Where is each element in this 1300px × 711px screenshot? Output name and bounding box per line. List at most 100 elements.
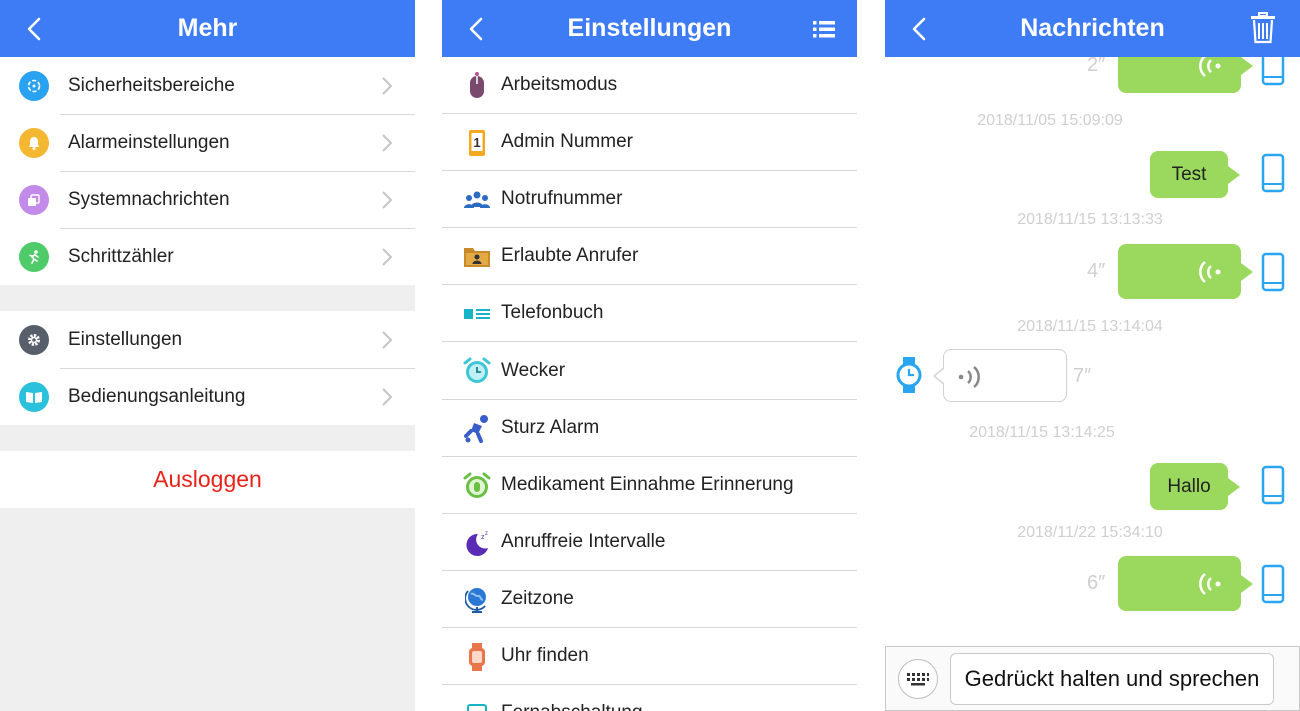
- list-menu-icon[interactable]: [809, 14, 839, 44]
- voice-input-bar: Gedrückt halten und sprechen: [885, 646, 1300, 711]
- settings-item-label: Anruffreie Intervalle: [501, 530, 666, 552]
- settings-item-label: Wecker: [501, 359, 566, 381]
- settings-item-alarm-clock[interactable]: Wecker: [442, 342, 857, 400]
- message-text: Hallo: [1167, 475, 1211, 497]
- medicine-alarm-icon: [462, 471, 492, 501]
- fall-icon: [462, 414, 492, 444]
- menu-item-label: Systemnachrichten: [68, 188, 230, 210]
- chevron-right-icon: [382, 388, 393, 406]
- menu-item-safety-zones[interactable]: Sicherheitsbereiche: [0, 57, 415, 114]
- menu-item-label: Schrittzähler: [68, 245, 174, 267]
- remote-off-icon: [462, 699, 492, 711]
- more-menu-group-1: Sicherheitsbereiche Alarmeinstellungen S…: [0, 57, 415, 285]
- contact-folder-icon: [462, 242, 492, 272]
- settings-item-work-mode[interactable]: Arbeitsmodus: [442, 57, 857, 115]
- phone-icon: [1261, 252, 1285, 292]
- more-header: Mehr: [0, 0, 415, 57]
- menu-item-system-messages[interactable]: Systemnachrichten: [0, 171, 415, 228]
- text-message-bubble[interactable]: Test: [1150, 151, 1240, 198]
- voice-duration: 6″: [1087, 572, 1106, 594]
- settings-item-label: Uhr finden: [501, 644, 589, 666]
- settings-item-phonebook[interactable]: Telefonbuch: [442, 285, 857, 343]
- voice-message-bubble[interactable]: [1118, 244, 1253, 299]
- logout-button[interactable]: Ausloggen: [0, 451, 415, 508]
- menu-item-label: Sicherheitsbereiche: [68, 74, 235, 96]
- settings-item-label: Telefonbuch: [501, 302, 604, 324]
- settings-item-label: Fernabschaltung: [501, 702, 643, 711]
- message-text: Test: [1171, 163, 1207, 185]
- messages-icon: [19, 185, 49, 215]
- settings-item-quiet-intervals[interactable]: zz Anruffreie Intervalle: [442, 514, 857, 571]
- globe-icon: [462, 585, 492, 615]
- voice-message-bubble[interactable]: [1118, 556, 1253, 611]
- settings-screen: Einstellungen Arbeitsmodus 1 Admin Numme…: [442, 0, 857, 711]
- page-title: Nachrichten: [1020, 14, 1165, 42]
- settings-item-allowed-callers[interactable]: Erlaubte Anrufer: [442, 228, 857, 286]
- chevron-right-icon: [382, 191, 393, 209]
- settings-item-label: Medikament Einnahme Erinnerung: [501, 473, 794, 495]
- voice-duration: 7″: [1073, 365, 1092, 387]
- watch-icon: [462, 642, 492, 672]
- menu-item-alarm-settings[interactable]: Alarmeinstellungen: [0, 114, 415, 171]
- page-title: Einstellungen: [567, 14, 732, 42]
- settings-list: Arbeitsmodus 1 Admin Nummer Notrufnummer…: [442, 57, 857, 711]
- runner-icon: [19, 242, 49, 272]
- chevron-right-icon: [382, 77, 393, 95]
- keyboard-toggle-button[interactable]: [898, 659, 938, 699]
- voice-wave-icon: [1199, 572, 1221, 595]
- svg-text:1: 1: [473, 135, 480, 150]
- watch-avatar-icon: [896, 357, 922, 393]
- trash-icon[interactable]: [1250, 12, 1280, 44]
- messages-screen: Nachrichten 2″ 2018/11/05 15:09:09 Test …: [885, 0, 1300, 711]
- gear-icon: [19, 325, 49, 355]
- voice-wave-icon: [958, 366, 980, 388]
- voice-wave-icon: [1199, 260, 1221, 283]
- settings-item-remote-shutdown[interactable]: Fernabschaltung: [442, 685, 857, 711]
- chevron-right-icon: [382, 134, 393, 152]
- menu-item-label: Bedienungsanleitung: [68, 385, 246, 407]
- incoming-voice-bubble[interactable]: [933, 349, 1067, 402]
- settings-item-admin-number[interactable]: 1 Admin Nummer: [442, 114, 857, 172]
- menu-item-label: Einstellungen: [68, 328, 183, 350]
- settings-item-label: Zeitzone: [501, 587, 574, 609]
- menu-item-label: Alarmeinstellungen: [68, 131, 230, 153]
- phone-icon: [1261, 564, 1285, 604]
- message-timestamp: 2018/11/15 13:14:25: [969, 424, 1115, 441]
- hold-to-talk-button[interactable]: Gedrückt halten und sprechen: [950, 653, 1274, 705]
- keyboard-icon: [907, 673, 929, 686]
- message-timestamp: 2018/11/15 13:14:04: [1017, 318, 1163, 335]
- svg-text:z: z: [485, 531, 488, 537]
- chevron-right-icon: [382, 331, 393, 349]
- moon-icon: zz: [462, 528, 492, 558]
- settings-item-timezone[interactable]: Zeitzone: [442, 571, 857, 628]
- settings-item-emergency-number[interactable]: Notrufnummer: [442, 171, 857, 229]
- voice-duration: 2″: [1087, 54, 1106, 76]
- book-icon: [19, 382, 49, 412]
- menu-item-settings[interactable]: Einstellungen: [0, 311, 415, 368]
- more-menu-group-2: Einstellungen Bedienungsanleitung: [0, 311, 415, 425]
- message-timestamp: 2018/11/05 15:09:09: [977, 112, 1123, 129]
- page-title: Mehr: [177, 14, 238, 42]
- settings-header: Einstellungen: [442, 0, 857, 57]
- safe-zone-icon: [19, 71, 49, 101]
- chevron-right-icon: [382, 248, 393, 266]
- settings-item-label: Erlaubte Anrufer: [501, 245, 639, 267]
- mouse-icon: [462, 71, 492, 101]
- message-timestamp: 2018/11/15 13:13:33: [1017, 211, 1163, 228]
- people-icon: [462, 185, 492, 215]
- menu-item-pedometer[interactable]: Schrittzähler: [0, 228, 415, 285]
- settings-item-label: Sturz Alarm: [501, 416, 600, 438]
- number-one-icon: 1: [462, 128, 492, 158]
- text-message-bubble[interactable]: Hallo: [1150, 463, 1240, 510]
- message-timestamp: 2018/11/22 15:34:10: [1017, 524, 1163, 541]
- settings-item-find-watch[interactable]: Uhr finden: [442, 628, 857, 686]
- phone-icon: [1261, 153, 1285, 193]
- menu-item-manual[interactable]: Bedienungsanleitung: [0, 368, 415, 425]
- settings-item-medication-reminder[interactable]: Medikament Einnahme Erinnerung: [442, 457, 857, 514]
- bell-icon: [19, 128, 49, 158]
- phone-icon: [1261, 465, 1285, 505]
- messages-header: Nachrichten: [885, 0, 1300, 57]
- settings-item-fall-alarm[interactable]: Sturz Alarm: [442, 400, 857, 457]
- voice-duration: 4″: [1087, 260, 1106, 282]
- settings-item-label: Notrufnummer: [501, 188, 623, 210]
